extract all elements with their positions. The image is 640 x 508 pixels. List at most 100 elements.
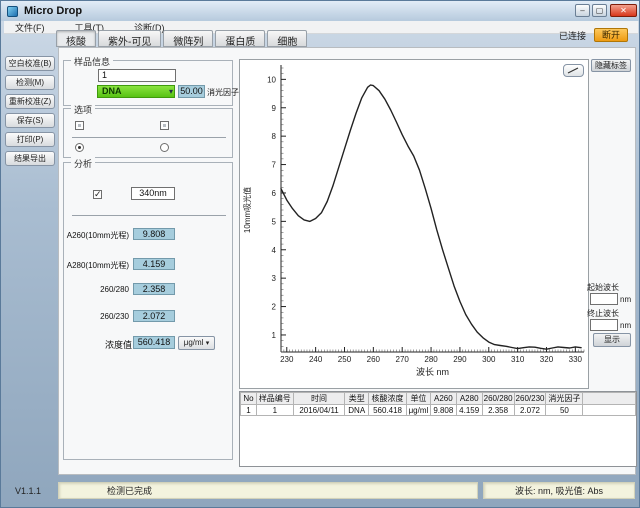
table-cell: 4.159 [456,405,482,416]
maximize-button[interactable]: ▢ [592,4,607,17]
close-button[interactable]: ✕ [610,4,637,17]
table-header-0: No [241,393,257,405]
sample-type-dropdown[interactable]: DNA ▾ [97,85,175,98]
table-cell: 2016/04/11 [293,405,345,416]
spectrum-chart: 2302402502602702802903003103203301234567… [239,59,589,389]
titlebar: Micro Drop [1,1,640,21]
table-header-10: 消光因子 [546,393,583,405]
window-title: Micro Drop [24,5,82,17]
table-cell: 1 [256,405,293,416]
table-cell: DNA [345,405,369,416]
factor-label: 消光因子 [207,87,239,98]
table-header-11 [583,393,636,405]
cursor-info: 波长: nm, 吸光值: Abs [515,484,603,497]
svg-text:9: 9 [272,104,277,113]
tab-1[interactable]: 紫外-可见 [98,30,161,47]
table-header-7: A280 [456,393,482,405]
analysis-group: 分析 340nm A260(10mm光程)9.808A280(10mm光程)4.… [63,162,233,460]
baseline-wavelength-input[interactable]: 340nm [131,187,175,200]
cursor-tool-button[interactable] [563,64,584,77]
table-header-1: 样品编号 [256,393,293,405]
end-wavelength-input[interactable] [590,319,618,331]
sidebar-button-5[interactable]: 结果导出 [5,151,55,166]
show-button[interactable]: 显示 [593,333,631,347]
analysis-title: 分析 [71,157,95,170]
spectrum-plot: 2302402502602702802903003103203301234567… [240,60,588,388]
table-header-9: 260/230 [514,393,546,405]
table-header-3: 类型 [345,393,369,405]
svg-text:7: 7 [272,161,277,170]
result-table: No样品编号时间类型核酸浓度单位A260A280260/280260/230消光… [240,392,636,416]
svg-text:8: 8 [272,132,277,141]
sample-id-input[interactable]: 1 [98,69,176,82]
analysis-divider [72,215,226,216]
analysis-field-label-3: 260/230 [100,312,129,321]
option-radio-2[interactable] [160,143,169,152]
sample-info-title: 样品信息 [71,55,113,68]
sidebar-button-2[interactable]: 重新校准(Z) [5,94,55,109]
svg-text:310: 310 [511,355,525,364]
start-wavelength-input[interactable] [590,293,618,305]
app-icon [7,6,18,17]
table-cell: 2.358 [482,405,514,416]
tab-4[interactable]: 细胞 [267,30,307,47]
svg-text:1: 1 [272,331,277,340]
svg-text:5: 5 [272,217,277,226]
analysis-field-value-1: 4.159 [133,258,175,270]
svg-text:波长 nm: 波长 nm [416,366,449,377]
options-title: 选项 [71,103,95,116]
menu-item-0[interactable]: 文件(F) [13,21,47,34]
table-cell [583,405,636,416]
concentration-value: 560.418 [133,336,175,349]
table-header-4: 核酸浓度 [369,393,407,405]
table-header-6: A260 [430,393,456,405]
end-nm-unit: nm [620,321,631,330]
tab-2[interactable]: 微阵列 [163,30,213,47]
result-table-container: No样品编号时间类型核酸浓度单位A260A280260/280260/230消光… [239,391,637,467]
unit-value: μg/ml [184,338,204,347]
tab-3[interactable]: 蛋白质 [215,30,265,47]
svg-text:260: 260 [367,355,381,364]
table-cell: μg/ml [406,405,430,416]
svg-text:330: 330 [569,355,583,364]
cursor-info-strip: 波长: nm, 吸光值: Abs [483,482,635,499]
app-window: Micro Drop – ▢ ✕ 文件(F)工具(T)诊断(D) 核酸紫外-可见… [0,0,640,508]
sidebar: 空白校准(B) 检测(M) 重新校准(Z) 保存(S) 打印(P) 结果导出 [5,56,55,166]
table-cell: 1 [241,405,257,416]
sample-type-value: DNA [102,86,122,96]
analysis-field-value-2: 2.358 [133,283,175,295]
svg-text:10mm吸光值: 10mm吸光值 [242,187,252,233]
svg-text:10: 10 [267,75,276,84]
sidebar-button-4[interactable]: 打印(P) [5,132,55,147]
svg-text:230: 230 [280,355,294,364]
start-wavelength-label: 起始波长 [587,282,619,293]
analysis-field-value-3: 2.072 [133,310,175,322]
sidebar-button-1[interactable]: 检测(M) [5,75,55,90]
table-header-8: 260/280 [482,393,514,405]
option-checkbox-2[interactable] [160,121,169,130]
option-checkbox-1[interactable] [75,121,84,130]
table-row[interactable]: 112016/04/11DNA560.418μg/ml9.8084.1592.3… [241,405,636,416]
svg-text:2: 2 [272,303,277,312]
hide-label-button[interactable]: 隐藏标签 [591,59,631,72]
chevron-down-icon: ▾ [206,340,210,347]
table-header-row: No样品编号时间类型核酸浓度单位A260A280260/280260/230消光… [241,393,636,405]
analysis-field-label-2: 260/280 [100,285,129,294]
svg-text:320: 320 [540,355,554,364]
unit-dropdown[interactable]: μg/ml ▾ [178,336,215,350]
baseline-checkbox[interactable] [93,190,102,199]
sidebar-button-0[interactable]: 空白校准(B) [5,56,55,71]
sidebar-button-3[interactable]: 保存(S) [5,113,55,128]
table-header-5: 单位 [406,393,430,405]
disconnect-button[interactable]: 断开 [594,28,628,42]
factor-value: 50.00 [178,85,205,98]
options-divider [72,137,226,138]
tab-0[interactable]: 核酸 [56,30,96,47]
minimize-button[interactable]: – [575,4,590,17]
option-radio-1[interactable] [75,143,84,152]
svg-text:250: 250 [338,355,352,364]
chevron-down-icon: ▾ [169,86,173,97]
main-panel: 样品信息 1 DNA ▾ 50.00 消光因子 选项 分析 340nm A260… [58,47,636,475]
table-cell: 2.072 [514,405,546,416]
svg-text:270: 270 [396,355,410,364]
